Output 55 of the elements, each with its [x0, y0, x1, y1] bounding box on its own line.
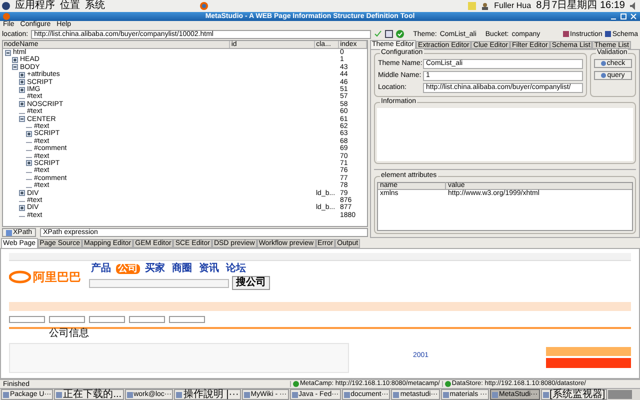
taskbar-button[interactable]: 操作說明 |···	[174, 389, 241, 400]
filter-dropdown[interactable]	[49, 316, 85, 324]
site-search-button[interactable]: 搜公司	[232, 276, 270, 290]
panel-menu[interactable]: 位置	[60, 0, 80, 11]
window-icon	[126, 392, 133, 398]
window-icon	[176, 392, 182, 398]
column-heading: 公司信息	[49, 329, 89, 340]
filter-dropdown[interactable]	[169, 316, 205, 324]
window-icon	[442, 392, 449, 398]
expand-icon[interactable]	[19, 86, 25, 93]
expand-icon[interactable]	[19, 72, 25, 78]
ok-icon	[444, 381, 451, 387]
site-nav-tab[interactable]: 买家	[143, 264, 167, 274]
distro-logo-icon[interactable]	[2, 2, 10, 10]
expand-icon[interactable]	[19, 190, 25, 196]
collapse-icon[interactable]	[5, 50, 11, 56]
window-icon	[3, 392, 9, 398]
expand-icon[interactable]	[19, 79, 25, 86]
clock[interactable]: 8月7日星期四 16:19	[536, 0, 625, 11]
collapse-icon[interactable]	[19, 116, 25, 122]
window-icon	[56, 392, 62, 398]
window-icon	[292, 392, 298, 398]
site-search-field[interactable]	[89, 278, 229, 288]
expand-icon[interactable]	[26, 130, 32, 137]
taskbar-button[interactable]: 正在下载的...	[54, 389, 124, 400]
site-logo: 阿里巴巴	[33, 269, 81, 286]
ok-icon	[293, 381, 299, 387]
site-nav-tab[interactable]: 产品	[89, 264, 113, 274]
window-icon	[542, 392, 549, 398]
user-name[interactable]: Fuller Hua	[494, 2, 532, 10]
volume-icon[interactable]	[630, 2, 638, 10]
site-nav-tab[interactable]: 商圈	[170, 264, 194, 274]
window-icon	[344, 392, 350, 398]
user-icon[interactable]	[481, 2, 490, 10]
filter-dropdown[interactable]	[129, 316, 165, 324]
filter-dropdown[interactable]	[89, 316, 125, 324]
expand-icon[interactable]	[26, 160, 32, 166]
close-icon[interactable]	[630, 12, 637, 20]
taskbar-button[interactable]: [系统监视器]	[540, 389, 608, 400]
window-icon	[244, 392, 250, 398]
site-nav-tab[interactable]: 资讯	[197, 264, 221, 274]
filter-dropdown[interactable]	[9, 316, 45, 324]
expand-icon[interactable]	[12, 56, 18, 63]
window-icon	[492, 392, 498, 398]
app-icon	[3, 12, 10, 20]
browser-icon[interactable]	[200, 2, 208, 10]
maximize-icon[interactable]	[620, 12, 627, 20]
expand-icon[interactable]	[19, 101, 25, 108]
collapse-icon[interactable]	[12, 64, 18, 70]
ok-icon[interactable]	[396, 30, 404, 38]
window-icon	[393, 392, 400, 398]
site-nav-tab[interactable]: 论坛	[224, 264, 248, 274]
check-icon[interactable]	[374, 30, 382, 38]
expand-icon[interactable]	[19, 204, 25, 211]
swoosh-logo-icon	[9, 270, 31, 284]
